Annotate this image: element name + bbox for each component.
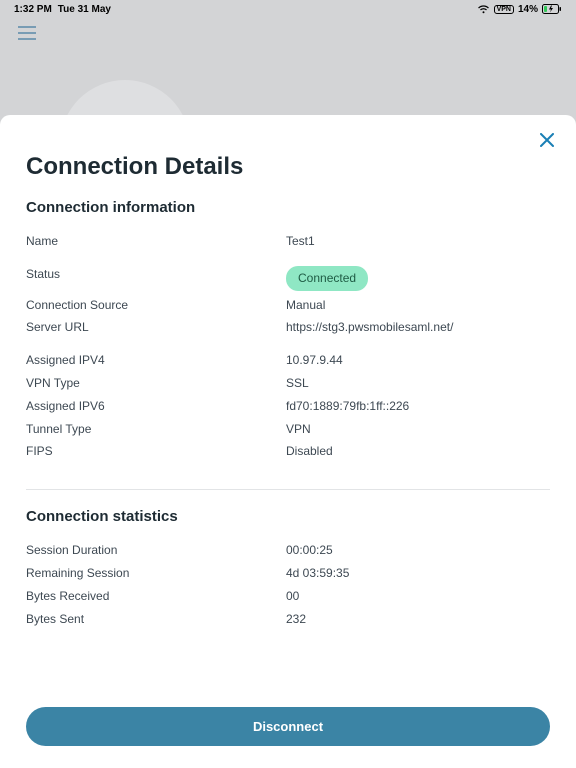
row-tunnel: Tunnel Type VPN bbox=[26, 418, 550, 441]
status-time: 1:32 PM bbox=[14, 4, 52, 15]
row-status: Status Connected bbox=[26, 263, 550, 294]
label-tunnel: Tunnel Type bbox=[26, 421, 286, 438]
value-tunnel: VPN bbox=[286, 421, 550, 438]
row-rx: Bytes Received 00 bbox=[26, 585, 550, 608]
value-status: Connected bbox=[286, 266, 550, 291]
value-server: https://stg3.pwsmobilesaml.net/ bbox=[286, 319, 550, 336]
label-vpntype: VPN Type bbox=[26, 375, 286, 392]
label-duration: Session Duration bbox=[26, 542, 286, 559]
row-vpntype: VPN Type SSL bbox=[26, 372, 550, 395]
label-server: Server URL bbox=[26, 319, 286, 336]
vpn-icon: VPN bbox=[494, 5, 514, 14]
label-fips: FIPS bbox=[26, 443, 286, 460]
label-status: Status bbox=[26, 266, 286, 291]
row-name: Name Test1 bbox=[26, 230, 550, 253]
label-ipv4: Assigned IPV4 bbox=[26, 352, 286, 369]
stats-rows: Session Duration 00:00:25 Remaining Sess… bbox=[26, 539, 550, 630]
hamburger-icon[interactable] bbox=[18, 26, 36, 45]
row-ipv6: Assigned IPV6 fd70:1889:79fb:1ff::226 bbox=[26, 395, 550, 418]
row-ipv4: Assigned IPV4 10.97.9.44 bbox=[26, 349, 550, 372]
section-stats-title: Connection statistics bbox=[26, 508, 550, 525]
value-name: Test1 bbox=[286, 233, 550, 250]
label-ipv6: Assigned IPV6 bbox=[26, 398, 286, 415]
row-source: Connection Source Manual bbox=[26, 294, 550, 317]
page-title: Connection Details bbox=[26, 153, 550, 181]
toolbar bbox=[0, 18, 576, 52]
label-tx: Bytes Sent bbox=[26, 611, 286, 628]
value-vpntype: SSL bbox=[286, 375, 550, 392]
row-tx: Bytes Sent 232 bbox=[26, 608, 550, 631]
section-info-title: Connection information bbox=[26, 199, 550, 216]
row-remaining: Remaining Session 4d 03:59:35 bbox=[26, 562, 550, 585]
status-date: Tue 31 May bbox=[58, 4, 111, 15]
label-remaining: Remaining Session bbox=[26, 565, 286, 582]
label-rx: Bytes Received bbox=[26, 588, 286, 605]
battery-icon bbox=[542, 4, 562, 14]
value-fips: Disabled bbox=[286, 443, 550, 460]
value-rx: 00 bbox=[286, 588, 550, 605]
label-name: Name bbox=[26, 233, 286, 250]
close-button[interactable] bbox=[536, 129, 558, 151]
value-duration: 00:00:25 bbox=[286, 542, 550, 559]
info-rows: Name Test1 Status Connected Connection S… bbox=[26, 230, 550, 463]
battery-percent: 14% bbox=[518, 4, 538, 15]
row-server: Server URL https://stg3.pwsmobilesaml.ne… bbox=[26, 316, 550, 339]
status-badge: Connected bbox=[286, 266, 368, 291]
label-source: Connection Source bbox=[26, 297, 286, 314]
value-tx: 232 bbox=[286, 611, 550, 628]
row-fips: FIPS Disabled bbox=[26, 440, 550, 463]
details-sheet: Connection Details Connection informatio… bbox=[0, 115, 576, 768]
disconnect-button[interactable]: Disconnect bbox=[26, 707, 550, 746]
row-duration: Session Duration 00:00:25 bbox=[26, 539, 550, 562]
divider bbox=[26, 489, 550, 490]
value-ipv4: 10.97.9.44 bbox=[286, 352, 550, 369]
status-bar: 1:32 PM Tue 31 May VPN 14% bbox=[0, 0, 576, 18]
value-ipv6: fd70:1889:79fb:1ff::226 bbox=[286, 398, 550, 415]
value-remaining: 4d 03:59:35 bbox=[286, 565, 550, 582]
wifi-icon bbox=[477, 4, 490, 14]
value-source: Manual bbox=[286, 297, 550, 314]
